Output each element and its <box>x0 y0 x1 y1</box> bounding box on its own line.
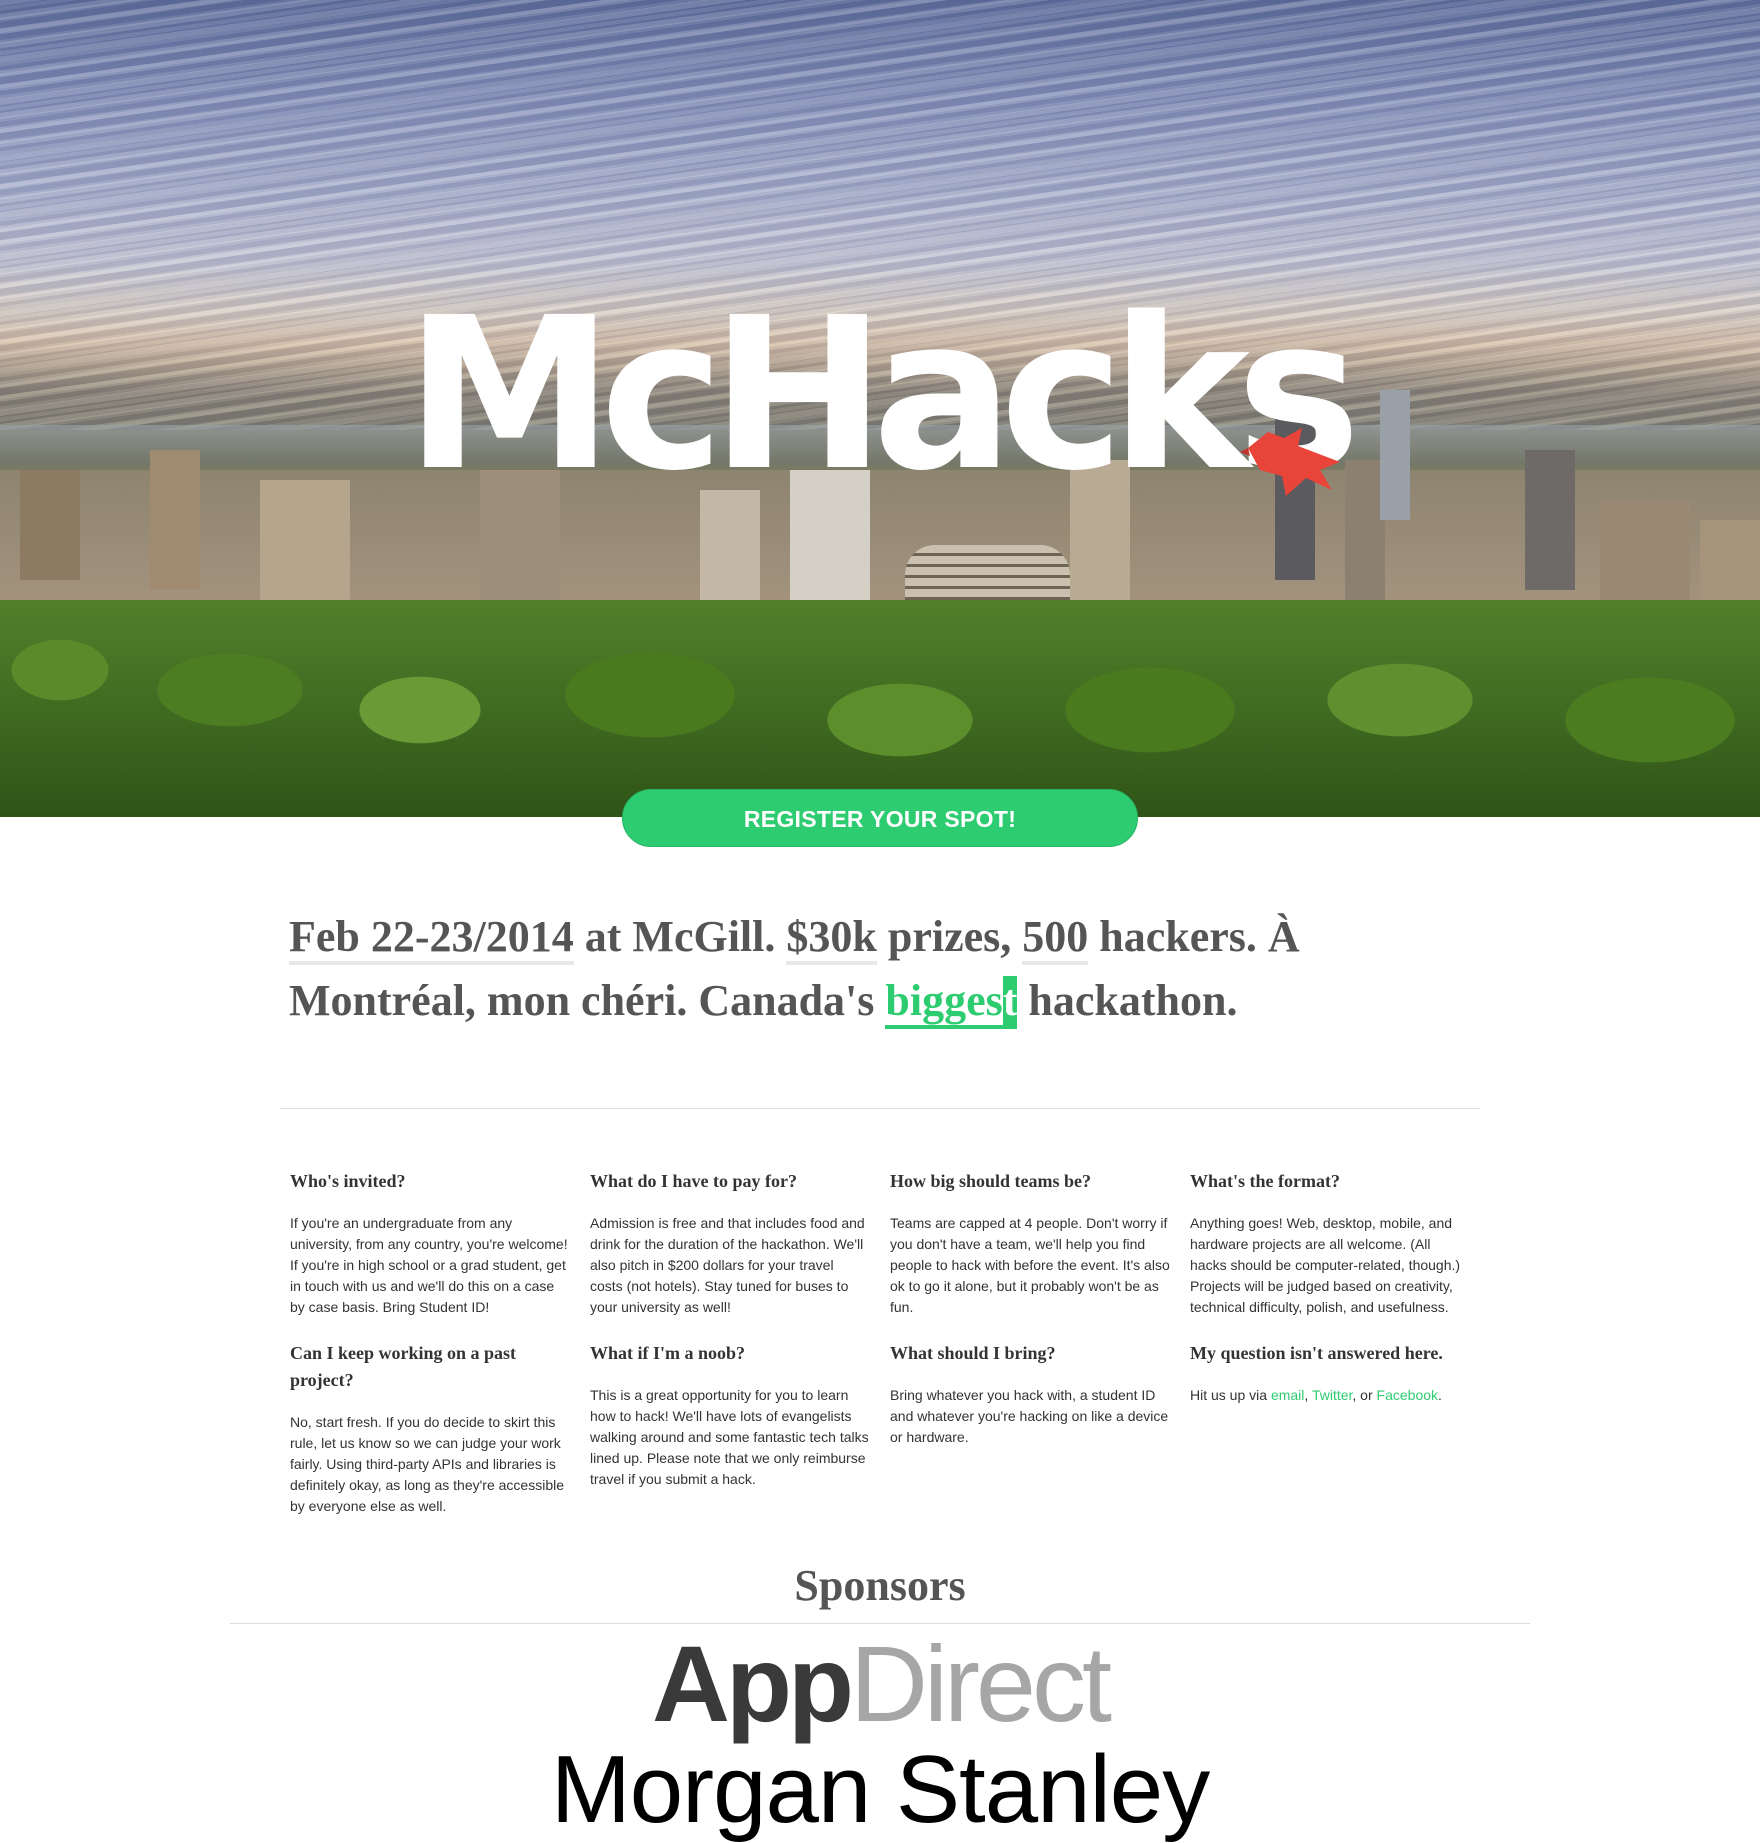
faq-item: What should I bring? Bring whatever you … <box>890 1340 1170 1448</box>
faq-item: Can I keep working on a past project? No… <box>290 1340 570 1517</box>
tagline-text: at McGill. <box>573 912 787 961</box>
faq-answer: Anything goes! Web, desktop, mobile, and… <box>1190 1215 1461 1315</box>
prize-amount: $30k <box>786 912 877 965</box>
faq-item: What if I'm a noob? This is a great oppo… <box>590 1340 870 1490</box>
facebook-link[interactable]: Facebook <box>1377 1387 1438 1403</box>
treeline <box>0 600 1760 817</box>
appdirect-logo[interactable]: AppDirect <box>0 1630 1760 1738</box>
contact-text: . <box>1438 1387 1442 1403</box>
hero-banner: McHacks <box>0 0 1760 817</box>
contact-text: , <box>1304 1387 1312 1403</box>
faq-question: What do I have to pay for? <box>590 1171 798 1191</box>
faq-question: What if I'm a noob? <box>590 1343 746 1363</box>
faq-answer: Admission is free and that includes food… <box>590 1215 865 1315</box>
faq-item: What do I have to pay for? Admission is … <box>590 1168 870 1318</box>
appdirect-direct: Direct <box>849 1623 1112 1744</box>
section-divider <box>280 1108 1480 1109</box>
mchacks-logo: McHacks <box>405 272 1361 517</box>
event-tagline: Feb 22-23/2014 at McGill. $30k prizes, 5… <box>289 905 1489 1033</box>
appdirect-app: App <box>652 1623 854 1744</box>
faq-answer: Bring whatever you hack with, a student … <box>890 1387 1169 1445</box>
faq-answer: This is a great opportunity for you to l… <box>590 1387 869 1487</box>
cardinal-bird-icon <box>1240 428 1340 496</box>
faq-item: What's the format? Anything goes! Web, d… <box>1190 1168 1470 1318</box>
contact-text: , or <box>1352 1387 1377 1403</box>
typing-cursor: t <box>1002 976 1018 1025</box>
faq-item: Who's invited? If you're an undergraduat… <box>290 1168 570 1318</box>
email-link[interactable]: email <box>1271 1387 1304 1403</box>
biggest-word: bigges <box>885 976 1003 1025</box>
hacker-count: 500 <box>1022 912 1089 965</box>
faq-question: Who's invited? <box>290 1171 406 1191</box>
faq-question: How big should teams be? <box>890 1171 1092 1191</box>
faq-question: My question isn't answered here. <box>1190 1343 1443 1363</box>
faq-question: What should I bring? <box>890 1343 1056 1363</box>
sponsors-heading: Sponsors <box>794 1561 966 1610</box>
register-button[interactable]: REGISTER YOUR SPOT! <box>622 789 1138 847</box>
faq-answer: If you're an undergraduate from any univ… <box>290 1215 568 1315</box>
event-date: Feb 22-23/2014 <box>289 912 574 965</box>
tagline-text: prizes, <box>876 912 1023 961</box>
twitter-link[interactable]: Twitter <box>1312 1387 1352 1403</box>
tagline-text: hackathon. <box>1017 976 1238 1025</box>
faq-answer: Hit us up via email, Twitter, or Faceboo… <box>1190 1385 1470 1406</box>
faq-item: How big should teams be? Teams are cappe… <box>890 1168 1170 1318</box>
faq-answer: Teams are capped at 4 people. Don't worr… <box>890 1215 1170 1315</box>
faq-question: What's the format? <box>1190 1171 1340 1191</box>
faq-question: Can I keep working on a past project? <box>290 1343 517 1390</box>
morgan-stanley-logo[interactable]: Morgan Stanley <box>0 1742 1760 1838</box>
biggest-highlight: biggest <box>885 976 1018 1029</box>
faq-answer: No, start fresh. If you do decide to ski… <box>290 1414 565 1514</box>
contact-text: Hit us up via <box>1190 1387 1271 1403</box>
faq-item: My question isn't answered here. Hit us … <box>1190 1340 1470 1406</box>
